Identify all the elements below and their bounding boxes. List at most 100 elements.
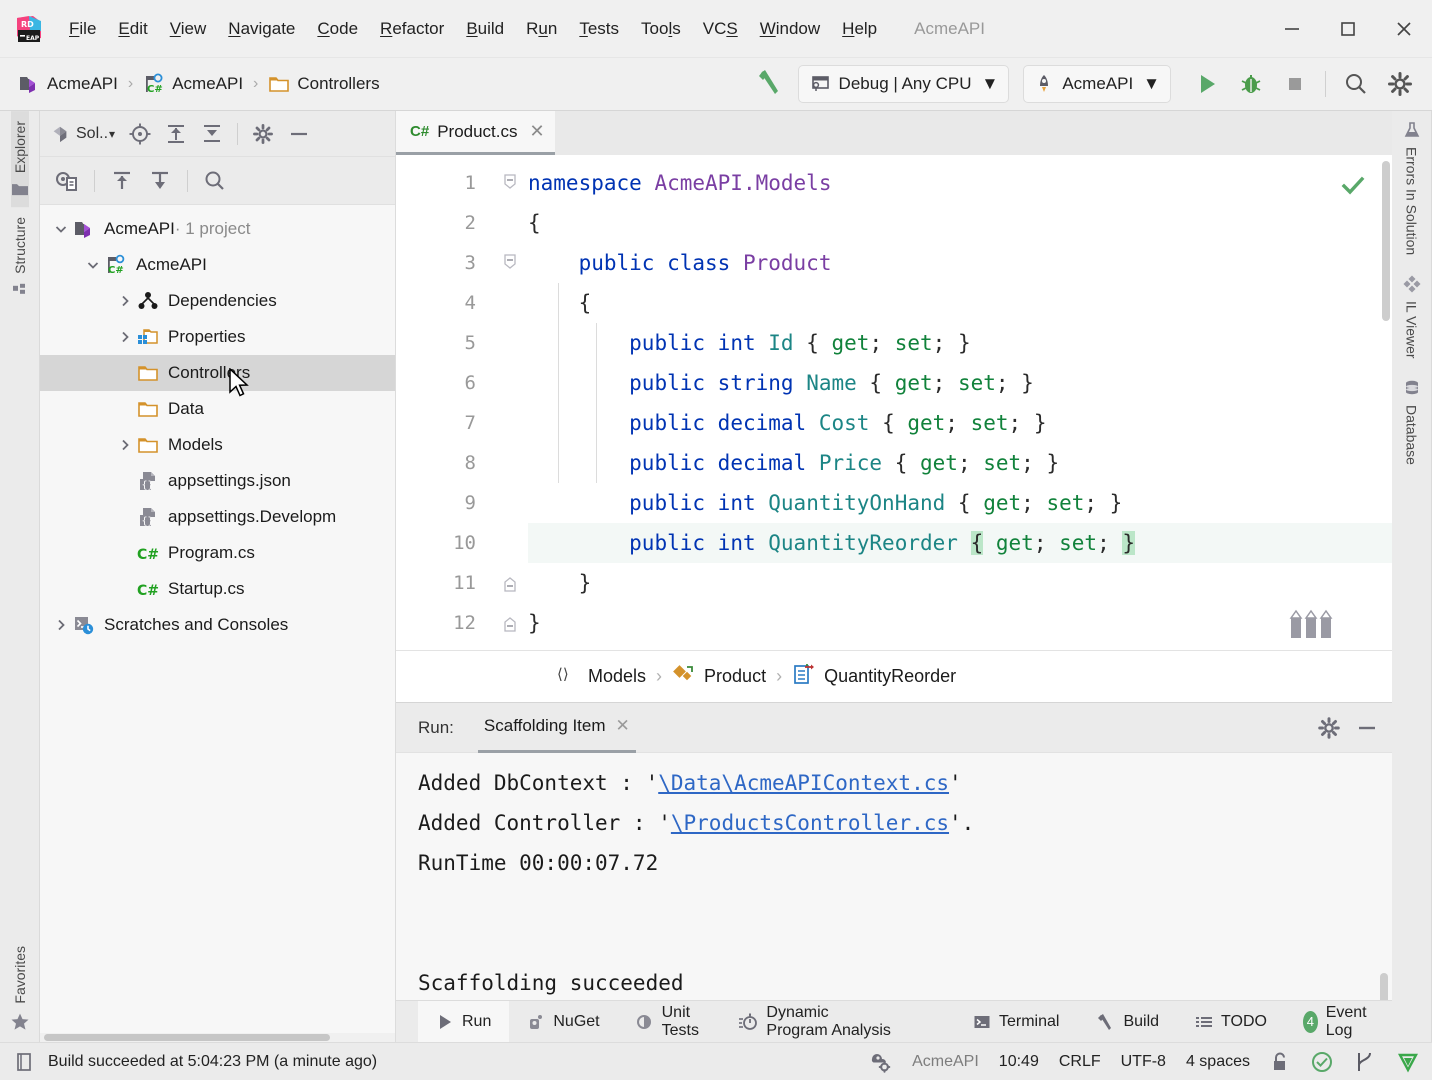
fold-toggle-icon[interactable] <box>492 243 528 283</box>
menu-item-view[interactable]: View <box>159 15 218 43</box>
inspection-ok-icon[interactable] <box>1340 173 1366 203</box>
inspection-ok-icon[interactable] <box>1310 1050 1334 1074</box>
locate-icon[interactable] <box>123 117 157 151</box>
close-button[interactable] <box>1376 6 1432 52</box>
sidebar-item-database[interactable]: Database <box>1403 369 1421 475</box>
run-console-output[interactable]: Added DbContext : '\Data\AcmeAPIContext.… <box>396 753 1392 1000</box>
config-dropdown[interactable]: Debug | Any CPU ▼ <box>797 65 1010 103</box>
tree-item-acmeapi[interactable]: C# AcmeAPI <box>40 247 395 283</box>
tree-item-dependencies[interactable]: Dependencies <box>40 283 395 319</box>
menu-item-tools[interactable]: Tools <box>630 15 692 43</box>
tool-tab-dynamic-program-analysis[interactable]: Dynamic Program Analysis <box>720 1001 909 1043</box>
tree-item-scratches-and-consoles[interactable]: Scratches and Consoles <box>40 607 395 643</box>
menu-item-navigate[interactable]: Navigate <box>217 15 306 43</box>
search-icon[interactable] <box>198 164 232 198</box>
menu-item-run[interactable]: Run <box>515 15 568 43</box>
chevron-right-icon[interactable] <box>114 294 136 308</box>
hide-icon[interactable] <box>282 117 316 151</box>
menu-item-tests[interactable]: Tests <box>568 15 630 43</box>
gear-icon[interactable] <box>1378 63 1422 105</box>
tool-tab-nuget[interactable]: NuGet <box>509 1001 617 1043</box>
tree-item-appsettings-developm[interactable]: {} appsettings.Developm <box>40 499 395 535</box>
menu-item-refactor[interactable]: Refactor <box>369 15 455 43</box>
tool-tab-event-log[interactable]: 4 Event Log <box>1285 1001 1392 1043</box>
chevron-right-icon[interactable] <box>50 618 72 632</box>
menu-item-window[interactable]: Window <box>749 15 831 43</box>
status-caret-position[interactable]: 10:49 <box>999 1053 1039 1071</box>
tree-item-program-cs[interactable]: C# Program.cs <box>40 535 395 571</box>
move-down-icon[interactable] <box>143 164 177 198</box>
tree-item-data[interactable]: Data <box>40 391 395 427</box>
code-line[interactable]: public class Product <box>528 243 1392 283</box>
sidebar-item-structure[interactable]: Structure <box>11 207 29 308</box>
code-line[interactable]: public decimal Cost { get; set; } <box>528 403 1392 443</box>
code-line[interactable]: public string Name { get; set; } <box>528 363 1392 403</box>
sidebar-item-favorites[interactable]: Favorites <box>10 936 30 1042</box>
solution-tree[interactable]: AcmeAPI · 1 project C# AcmeAPI Dependencies… <box>40 205 395 1033</box>
hide-icon[interactable] <box>1350 711 1384 745</box>
sidebar-item-il-viewer[interactable]: IL Viewer <box>1402 265 1421 369</box>
fold-toggle-icon[interactable] <box>492 603 528 643</box>
project-settings-icon[interactable] <box>868 1050 892 1074</box>
explorer-title[interactable]: Sol.. ▾ <box>50 124 115 144</box>
minimize-button[interactable] <box>1264 6 1320 52</box>
hammer-icon[interactable] <box>754 67 784 101</box>
tree-item-startup-cs[interactable]: C# Startup.cs <box>40 571 395 607</box>
tool-tab-unit-tests[interactable]: Unit Tests <box>618 1001 721 1043</box>
search-icon[interactable] <box>1334 63 1378 105</box>
fold-toggle-icon[interactable] <box>492 563 528 603</box>
build-status-icon[interactable] <box>14 1051 36 1073</box>
status-project[interactable]: AcmeAPI <box>912 1053 979 1071</box>
status-line-separator[interactable]: CRLF <box>1059 1053 1101 1071</box>
code-line[interactable]: namespace AcmeAPI.Models <box>528 163 1392 203</box>
chevron-right-icon[interactable] <box>114 438 136 452</box>
code-line[interactable]: public decimal Price { get; set; } <box>528 443 1392 483</box>
gear-icon[interactable] <box>246 117 280 151</box>
code-line[interactable]: } <box>528 603 1392 643</box>
editor-vertical-scrollbar[interactable] <box>1382 161 1390 321</box>
status-encoding[interactable]: UTF-8 <box>1121 1053 1166 1071</box>
sidebar-item-explorer[interactable]: Explorer <box>10 111 29 208</box>
status-indent[interactable]: 4 spaces <box>1186 1053 1250 1071</box>
menu-item-file[interactable]: File <box>58 15 107 43</box>
tool-tab-build[interactable]: Build <box>1077 1001 1177 1043</box>
tree-item-properties[interactable]: Properties <box>40 319 395 355</box>
console-vertical-scrollbar[interactable] <box>1380 973 1388 1000</box>
menu-item-help[interactable]: Help <box>831 15 888 43</box>
fold-toggle-icon[interactable] <box>492 163 528 203</box>
tab-product-cs[interactable]: C# Product.cs ✕ <box>396 111 555 155</box>
debug-button[interactable] <box>1229 63 1273 105</box>
close-icon[interactable]: ✕ <box>616 716 630 736</box>
breadcrumb-label-2[interactable]: Controllers <box>297 74 379 94</box>
console-file-link[interactable]: \Data\AcmeAPIContext.cs <box>658 771 949 795</box>
unlocked-icon[interactable] <box>1270 1051 1290 1073</box>
run-config-dropdown[interactable]: AcmeAPI ▼ <box>1023 65 1171 103</box>
explorer-horizontal-scrollbar[interactable] <box>40 1033 395 1042</box>
menu-item-edit[interactable]: Edit <box>107 15 158 43</box>
stop-button[interactable] <box>1273 63 1317 105</box>
menu-item-build[interactable]: Build <box>455 15 515 43</box>
menu-item-code[interactable]: Code <box>306 15 369 43</box>
code-text[interactable]: namespace AcmeAPI.Models { public class P… <box>528 155 1392 650</box>
menu-item-vcs[interactable]: VCS <box>692 15 749 43</box>
gear-icon[interactable] <box>1312 711 1346 745</box>
tree-item-controllers[interactable]: Controllers <box>40 355 395 391</box>
code-area[interactable]: 1 2 3 4 5 6 7 8 9 10 11 12 namespace AcmeAPI.Models… <box>396 155 1392 650</box>
console-file-link[interactable]: \ProductsController.cs <box>671 811 949 835</box>
maximize-button[interactable] <box>1320 6 1376 52</box>
tree-item-acmeapi[interactable]: AcmeAPI · 1 project <box>40 211 395 247</box>
rider-status-icon[interactable] <box>1396 1050 1420 1074</box>
code-line[interactable]: } <box>528 563 1392 603</box>
close-icon[interactable]: ✕ <box>530 121 545 142</box>
breadcrumb-product[interactable]: Product <box>672 663 766 690</box>
branch-icon[interactable] <box>1354 1050 1376 1074</box>
fold-gutter[interactable] <box>492 155 528 650</box>
code-line[interactable]: public int Id { get; set; } <box>528 323 1392 363</box>
tree-item-appsettings-json[interactable]: {} appsettings.json <box>40 463 395 499</box>
expand-all-icon[interactable] <box>159 117 193 151</box>
code-line[interactable]: public int QuantityOnHand { get; set; } <box>528 483 1392 523</box>
tool-tab-run[interactable]: Run <box>418 1000 510 1043</box>
tool-tab-todo[interactable]: TODO <box>1177 1001 1285 1043</box>
run-button[interactable] <box>1185 63 1229 105</box>
collapse-all-icon[interactable] <box>195 117 229 151</box>
